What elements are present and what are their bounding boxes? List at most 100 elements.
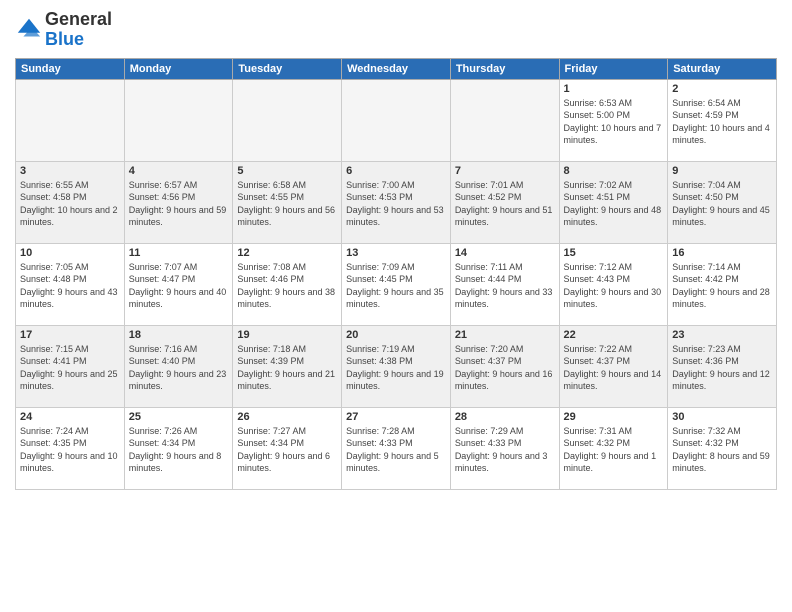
calendar-cell: 6 Sunrise: 7:00 AM Sunset: 4:53 PM Daylig… [342,161,451,243]
calendar-cell: 11Sunrise: 7:07 AM Sunset: 4:47 PM Dayli… [124,243,233,325]
day-number: 26 [237,411,337,423]
calendar-cell: 10 Sunrise: 7:05 AM Sunset: 4:48 PM Dayli… [16,243,125,325]
day-number: 7 [455,165,555,177]
day-number: 4 [129,165,229,177]
calendar-cell: 30 Sunrise: 7:32 AM Sunset: 4:32 PM Dayli… [668,407,777,489]
day-info: Sunrise: 7:05 AM Sunset: 4:48 PM Dayligh… [20,261,120,311]
day-info: Sunrise: 7:16 AM Sunset: 4:40 PM Dayligh… [129,343,229,393]
calendar-table: SundayMondayTuesdayWednesdayThursdayFrid… [15,58,777,490]
day-number: 9 [672,165,772,177]
day-number: 19 [237,329,337,341]
calendar-cell: 22Sunrise: 7:22 AM Sunset: 4:37 PM Dayli… [559,325,668,407]
weekday-header-sunday: Sunday [16,58,125,79]
calendar-cell: 20 Sunrise: 7:19 AM Sunset: 4:38 PM Dayli… [342,325,451,407]
calendar-cell: 7Sunrise: 7:01 AM Sunset: 4:52 PM Daylig… [450,161,559,243]
day-info: Sunrise: 7:23 AM Sunset: 4:36 PM Dayligh… [672,343,772,393]
weekday-header-wednesday: Wednesday [342,58,451,79]
day-info: Sunrise: 6:58 AM Sunset: 4:55 PM Dayligh… [237,179,337,229]
day-info: Sunrise: 7:27 AM Sunset: 4:34 PM Dayligh… [237,425,337,475]
day-info: Sunrise: 7:15 AM Sunset: 4:41 PM Dayligh… [20,343,120,393]
day-number: 13 [346,247,446,259]
calendar-cell [233,79,342,161]
day-number: 17 [20,329,120,341]
day-info: Sunrise: 6:53 AM Sunset: 5:00 PM Dayligh… [564,97,664,147]
day-number: 28 [455,411,555,423]
logo-icon [15,16,43,44]
calendar-week-4: 17 Sunrise: 7:15 AM Sunset: 4:41 PM Dayli… [16,325,777,407]
day-number: 22 [564,329,664,341]
calendar-cell: 4 Sunrise: 6:57 AM Sunset: 4:56 PM Daylig… [124,161,233,243]
day-info: Sunrise: 7:11 AM Sunset: 4:44 PM Dayligh… [455,261,555,311]
day-info: Sunrise: 7:14 AM Sunset: 4:42 PM Dayligh… [672,261,772,311]
calendar-cell: 8 Sunrise: 7:02 AM Sunset: 4:51 PM Daylig… [559,161,668,243]
day-info: Sunrise: 7:28 AM Sunset: 4:33 PM Dayligh… [346,425,446,475]
weekday-header-thursday: Thursday [450,58,559,79]
day-info: Sunrise: 7:04 AM Sunset: 4:50 PM Dayligh… [672,179,772,229]
calendar-cell [342,79,451,161]
calendar-week-3: 10 Sunrise: 7:05 AM Sunset: 4:48 PM Dayli… [16,243,777,325]
day-number: 27 [346,411,446,423]
day-number: 20 [346,329,446,341]
calendar-cell: 2 Sunrise: 6:54 AM Sunset: 4:59 PM Daylig… [668,79,777,161]
day-info: Sunrise: 7:24 AM Sunset: 4:35 PM Dayligh… [20,425,120,475]
calendar-cell: 1 Sunrise: 6:53 AM Sunset: 5:00 PM Daylig… [559,79,668,161]
day-info: Sunrise: 7:31 AM Sunset: 4:32 PM Dayligh… [564,425,664,475]
day-info: Sunrise: 7:12 AM Sunset: 4:43 PM Dayligh… [564,261,664,311]
day-info: Sunrise: 7:29 AM Sunset: 4:33 PM Dayligh… [455,425,555,475]
calendar-header-row: SundayMondayTuesdayWednesdayThursdayFrid… [16,58,777,79]
day-number: 25 [129,411,229,423]
weekday-header-tuesday: Tuesday [233,58,342,79]
day-info: Sunrise: 7:20 AM Sunset: 4:37 PM Dayligh… [455,343,555,393]
day-info: Sunrise: 6:57 AM Sunset: 4:56 PM Dayligh… [129,179,229,229]
calendar-cell: 3Sunrise: 6:55 AM Sunset: 4:58 PM Daylig… [16,161,125,243]
day-number: 10 [20,247,120,259]
calendar-cell: 15Sunrise: 7:12 AM Sunset: 4:43 PM Dayli… [559,243,668,325]
calendar-cell: 26 Sunrise: 7:27 AM Sunset: 4:34 PM Dayli… [233,407,342,489]
logo-text: General Blue [45,10,112,50]
calendar-cell: 12 Sunrise: 7:08 AM Sunset: 4:46 PM Dayli… [233,243,342,325]
calendar-week-2: 3Sunrise: 6:55 AM Sunset: 4:58 PM Daylig… [16,161,777,243]
day-info: Sunrise: 7:19 AM Sunset: 4:38 PM Dayligh… [346,343,446,393]
day-number: 21 [455,329,555,341]
day-info: Sunrise: 7:07 AM Sunset: 4:47 PM Dayligh… [129,261,229,311]
calendar-cell: 25 Sunrise: 7:26 AM Sunset: 4:34 PM Dayli… [124,407,233,489]
calendar-cell: 28 Sunrise: 7:29 AM Sunset: 4:33 PM Dayli… [450,407,559,489]
day-info: Sunrise: 7:32 AM Sunset: 4:32 PM Dayligh… [672,425,772,475]
day-info: Sunrise: 7:00 AM Sunset: 4:53 PM Dayligh… [346,179,446,229]
weekday-header-friday: Friday [559,58,668,79]
page-container: General Blue SundayMondayTuesdayWednesda… [0,0,792,500]
weekday-header-monday: Monday [124,58,233,79]
weekday-header-saturday: Saturday [668,58,777,79]
day-info: Sunrise: 6:55 AM Sunset: 4:58 PM Dayligh… [20,179,120,229]
calendar-cell [16,79,125,161]
day-number: 18 [129,329,229,341]
day-number: 30 [672,411,772,423]
calendar-cell: 23Sunrise: 7:23 AM Sunset: 4:36 PM Dayli… [668,325,777,407]
day-info: Sunrise: 7:08 AM Sunset: 4:46 PM Dayligh… [237,261,337,311]
calendar-cell: 24Sunrise: 7:24 AM Sunset: 4:35 PM Dayli… [16,407,125,489]
day-number: 6 [346,165,446,177]
calendar-cell: 17 Sunrise: 7:15 AM Sunset: 4:41 PM Dayli… [16,325,125,407]
calendar-week-5: 24Sunrise: 7:24 AM Sunset: 4:35 PM Dayli… [16,407,777,489]
calendar-body: 1 Sunrise: 6:53 AM Sunset: 5:00 PM Daylig… [16,79,777,489]
calendar-cell [450,79,559,161]
day-info: Sunrise: 7:26 AM Sunset: 4:34 PM Dayligh… [129,425,229,475]
day-info: Sunrise: 6:54 AM Sunset: 4:59 PM Dayligh… [672,97,772,147]
calendar-cell: 21 Sunrise: 7:20 AM Sunset: 4:37 PM Dayli… [450,325,559,407]
day-number: 29 [564,411,664,423]
day-number: 16 [672,247,772,259]
day-info: Sunrise: 7:02 AM Sunset: 4:51 PM Dayligh… [564,179,664,229]
day-number: 8 [564,165,664,177]
day-number: 1 [564,83,664,95]
page-header: General Blue [15,10,777,50]
day-number: 12 [237,247,337,259]
calendar-week-1: 1 Sunrise: 6:53 AM Sunset: 5:00 PM Daylig… [16,79,777,161]
calendar-cell: 9 Sunrise: 7:04 AM Sunset: 4:50 PM Daylig… [668,161,777,243]
calendar-cell: 29 Sunrise: 7:31 AM Sunset: 4:32 PM Dayli… [559,407,668,489]
calendar-cell: 14Sunrise: 7:11 AM Sunset: 4:44 PM Dayli… [450,243,559,325]
day-number: 2 [672,83,772,95]
calendar-cell: 19Sunrise: 7:18 AM Sunset: 4:39 PM Dayli… [233,325,342,407]
day-number: 5 [237,165,337,177]
calendar-cell: 5 Sunrise: 6:58 AM Sunset: 4:55 PM Daylig… [233,161,342,243]
day-info: Sunrise: 7:09 AM Sunset: 4:45 PM Dayligh… [346,261,446,311]
